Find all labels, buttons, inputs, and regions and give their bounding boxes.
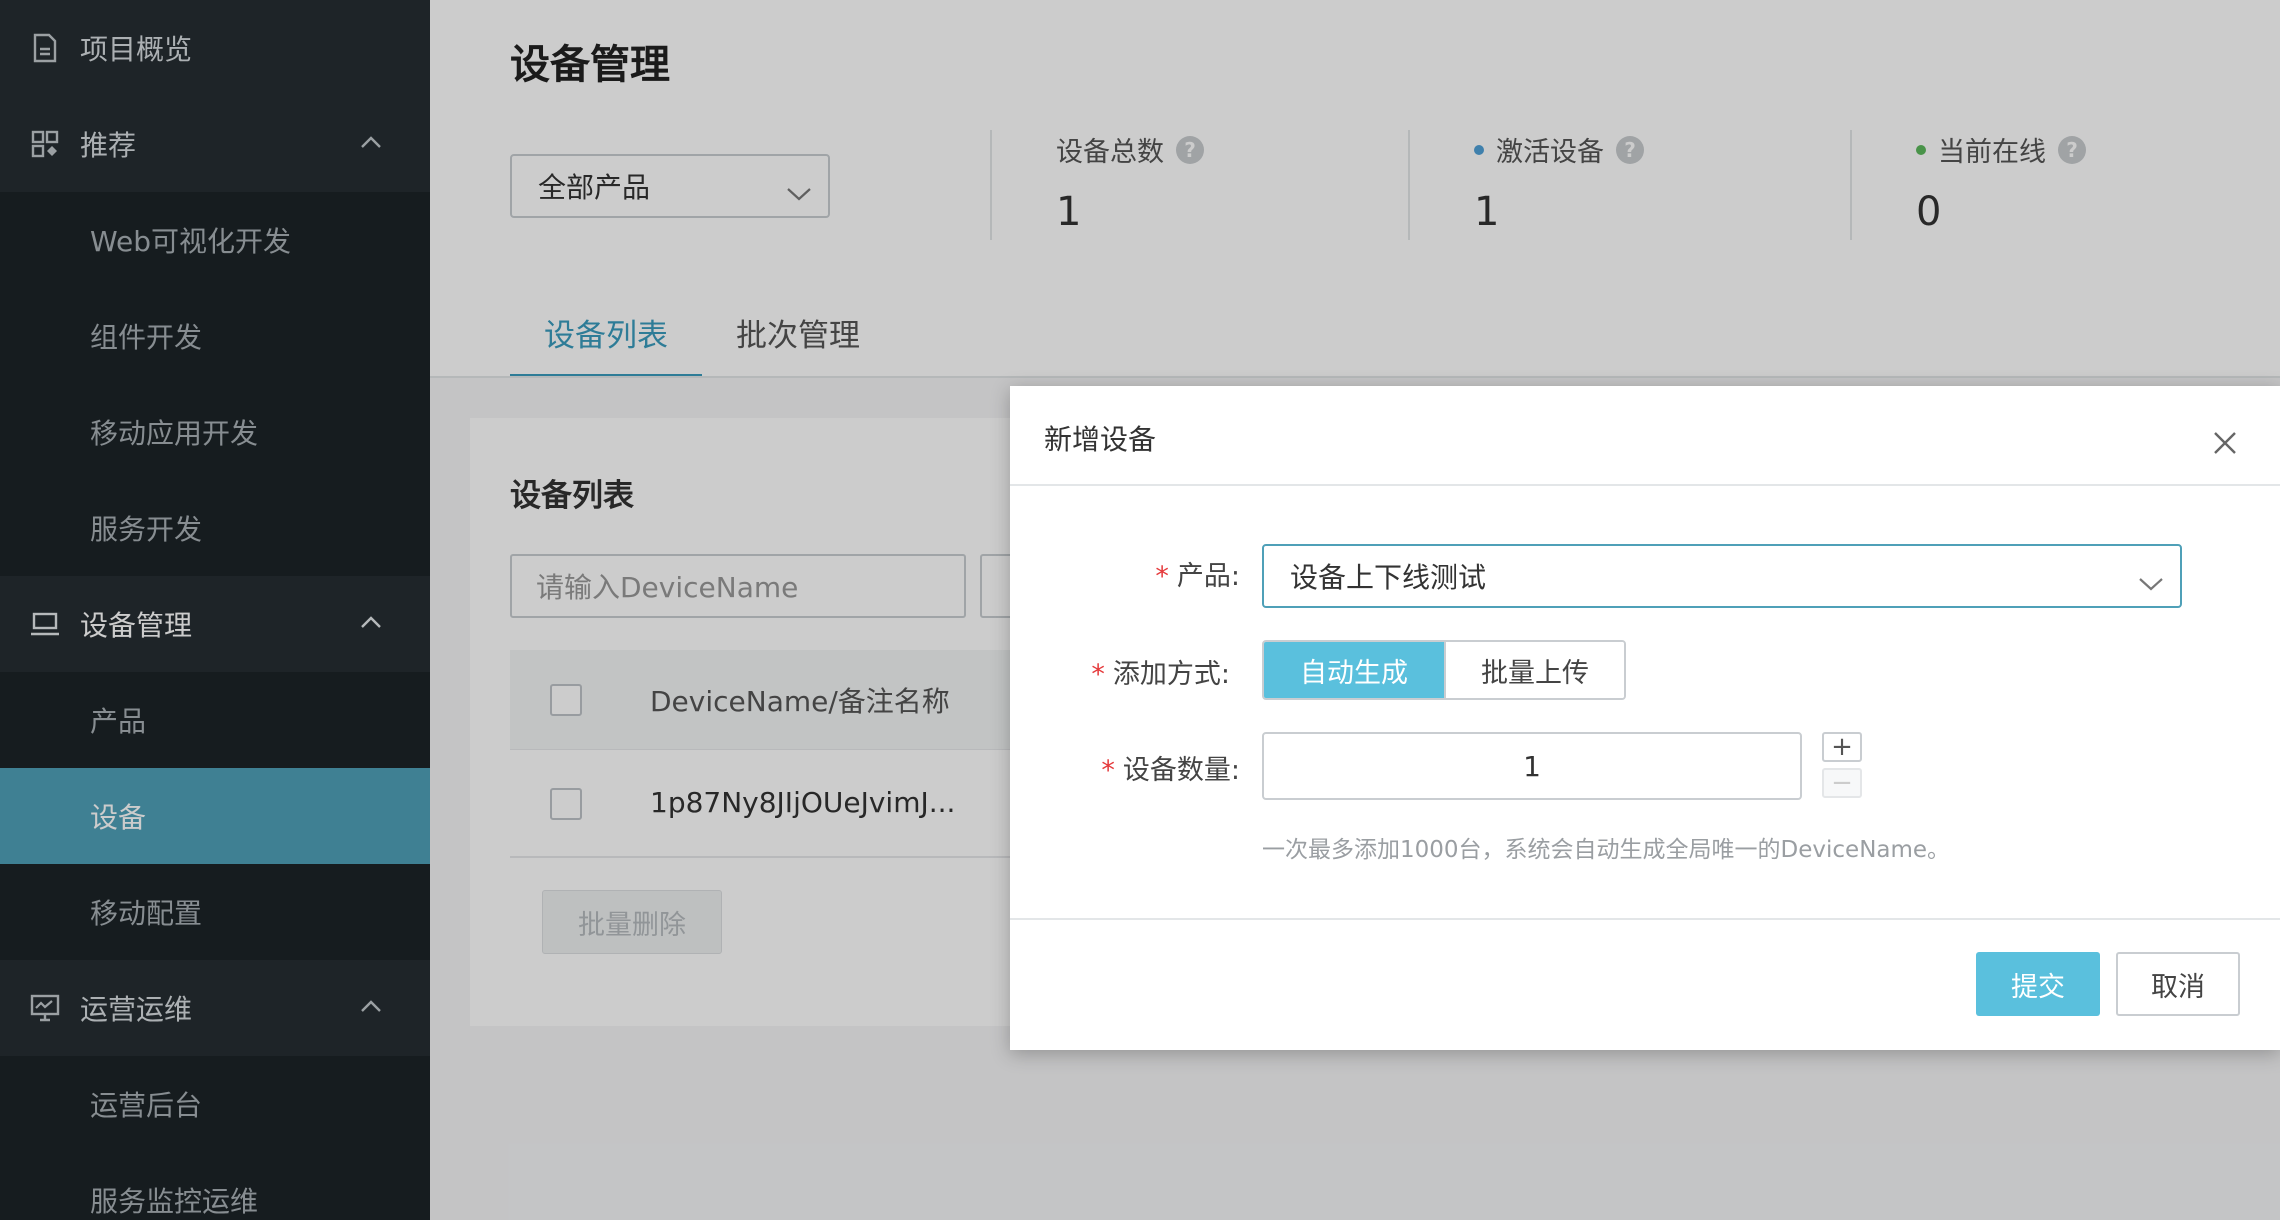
product-field-label: * 产品: (1155, 561, 1240, 592)
batch-upload-option[interactable]: 批量上传 (1444, 642, 1624, 698)
quantity-decrement-button[interactable]: − (1822, 768, 1862, 798)
required-mark: * (1091, 659, 1105, 690)
modal-header: 新增设备 (1010, 386, 2280, 486)
submit-button[interactable]: 提交 (1976, 952, 2100, 1016)
auto-generate-option[interactable]: 自动生成 (1264, 642, 1444, 698)
add-method-field-label: * 添加方式: (1091, 659, 1230, 690)
add-method-toggle: 自动生成 批量上传 (1262, 640, 1626, 700)
cancel-button[interactable]: 取消 (2116, 952, 2240, 1016)
modal-product-value: 设备上下线测试 (1290, 561, 1487, 594)
modal-product-select[interactable]: 设备上下线测试 (1262, 544, 2182, 608)
close-icon[interactable] (2210, 428, 2240, 458)
add-device-modal: 新增设备 * 产品: 设备上下线测试 * 添加方式: 自动生成 批量上传 * 设备数量… (1010, 386, 2280, 1050)
quantity-input[interactable]: 1 (1262, 732, 1802, 800)
quantity-field-label: * 设备数量: (1101, 755, 1240, 786)
chevron-down-icon (2138, 566, 2164, 599)
required-mark: * (1101, 755, 1115, 786)
required-mark: * (1155, 561, 1169, 592)
modal-title: 新增设备 (1044, 423, 1157, 456)
quantity-hint: 一次最多添加1000台，系统会自动生成全局唯一的DeviceName。 (1262, 837, 1951, 863)
quantity-increment-button[interactable]: + (1822, 732, 1862, 762)
modal-footer-divider (1010, 918, 2280, 920)
